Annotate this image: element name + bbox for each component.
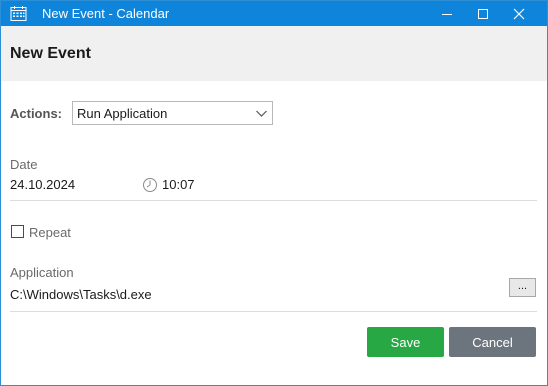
repeat-label[interactable]: Repeat: [29, 225, 71, 240]
maximize-button[interactable]: [465, 1, 501, 26]
calendar-icon: [10, 6, 27, 21]
dialog-header: New Event: [1, 26, 547, 81]
new-event-window: New Event - Calendar New Event Actions: …: [0, 0, 548, 386]
time-field[interactable]: 10:07: [162, 177, 195, 192]
application-label: Application: [10, 265, 74, 280]
minimize-button[interactable]: [429, 1, 465, 26]
clock-icon[interactable]: [142, 177, 158, 193]
application-path-field[interactable]: C:\Windows\Tasks\d.exe: [10, 287, 152, 302]
actions-selected-value: Run Application: [77, 106, 168, 121]
actions-label: Actions:: [10, 106, 62, 121]
close-icon: [513, 8, 525, 19]
maximize-icon: [478, 8, 488, 19]
page-title: New Event: [10, 45, 91, 62]
save-button[interactable]: Save: [367, 327, 444, 357]
title-bar: New Event - Calendar: [1, 1, 547, 26]
browse-button[interactable]: ...: [509, 278, 536, 297]
chevron-down-icon: [256, 110, 267, 117]
close-button[interactable]: [501, 1, 537, 26]
repeat-checkbox[interactable]: [11, 225, 24, 238]
cancel-button[interactable]: Cancel: [449, 327, 536, 357]
date-field[interactable]: 24.10.2024: [10, 177, 75, 192]
actions-dropdown[interactable]: Run Application: [72, 101, 273, 125]
minimize-icon: [442, 13, 452, 15]
divider: [10, 311, 537, 312]
window-title: New Event - Calendar: [42, 6, 170, 21]
divider: [10, 200, 537, 201]
date-label: Date: [10, 157, 38, 172]
